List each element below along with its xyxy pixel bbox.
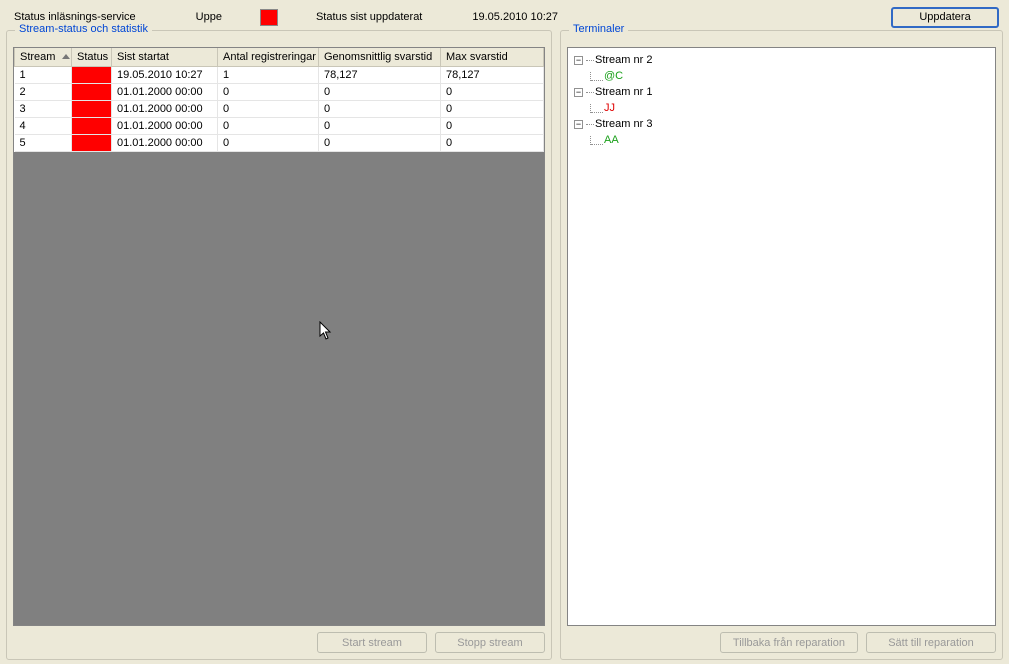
terminals-tree-container: − Stream nr 2@C − Stream nr 1JJ − Stream nr 3… (567, 47, 996, 626)
collapse-icon[interactable]: − (574, 56, 583, 65)
top-bar: Status inläsnings-service Uppe Status si… (6, 6, 1003, 30)
cell-stream: 2 (15, 83, 72, 100)
set-to-repair-button[interactable]: Sätt till reparation (866, 632, 996, 653)
table-row[interactable]: 401.01.2000 00:00000 (15, 117, 544, 134)
collapse-icon[interactable]: − (574, 120, 583, 129)
cell-max: 0 (441, 134, 544, 151)
cell-registrations: 0 (218, 117, 319, 134)
cell-avg: 78,127 (319, 66, 441, 83)
table-row[interactable]: 119.05.2010 10:27178,12778,127 (15, 66, 544, 83)
cell-avg: 0 (319, 83, 441, 100)
cell-last-started: 01.01.2000 00:00 (112, 134, 218, 151)
updated-value: 19.05.2010 10:27 (472, 11, 558, 23)
cell-avg: 0 (319, 100, 441, 117)
cell-stream: 5 (15, 134, 72, 151)
cell-last-started: 19.05.2010 10:27 (112, 66, 218, 83)
col-registrations[interactable]: Antal registreringar (218, 48, 319, 66)
service-status-color-icon (260, 9, 278, 26)
service-status-label: Status inläsnings-service (14, 11, 136, 23)
sort-asc-icon (62, 54, 70, 59)
cell-stream: 4 (15, 117, 72, 134)
cell-last-started: 01.01.2000 00:00 (112, 83, 218, 100)
start-stream-button[interactable]: Start stream (317, 632, 427, 653)
terminals-group: Terminaler −Stream nr 2@C−Stream nr 1JJ−… (560, 30, 1003, 660)
table-row[interactable]: 501.01.2000 00:00000 (15, 134, 544, 151)
col-stream[interactable]: Stream (15, 48, 72, 66)
table-row[interactable]: 201.01.2000 00:00000 (15, 83, 544, 100)
cell-max: 0 (441, 100, 544, 117)
cell-avg: 0 (319, 134, 441, 151)
terminals-title: Terminaler (569, 23, 628, 35)
cell-max: 78,127 (441, 66, 544, 83)
tree-child-label: @C (604, 68, 623, 84)
stream-grid-container: Stream Status Sist startat Antal registr… (13, 47, 545, 626)
tree-node-label: Stream nr 3 (595, 116, 652, 132)
cell-registrations: 0 (218, 134, 319, 151)
cell-status-color (72, 117, 112, 134)
stream-grid[interactable]: Stream Status Sist startat Antal registr… (14, 48, 544, 152)
stream-status-group: Stream-status och statistik (6, 30, 552, 660)
grid-empty-area (14, 152, 544, 626)
cell-status-color (72, 134, 112, 151)
col-avg-response[interactable]: Genomsnittlig svarstid (319, 48, 441, 66)
tree-node[interactable]: − Stream nr 3AA (570, 116, 993, 148)
tree-node[interactable]: − Stream nr 2@C (570, 52, 993, 84)
refresh-button[interactable]: Uppdatera (891, 7, 999, 28)
cell-registrations: 0 (218, 100, 319, 117)
collapse-icon[interactable]: − (574, 88, 583, 97)
cell-last-started: 01.01.2000 00:00 (112, 100, 218, 117)
table-row[interactable]: 301.01.2000 00:00000 (15, 100, 544, 117)
col-max-response[interactable]: Max svarstid (441, 48, 544, 66)
tree-child-node[interactable]: @C (570, 68, 993, 84)
col-status[interactable]: Status (72, 48, 112, 66)
tree-child-node[interactable]: JJ (570, 100, 993, 116)
tree-node-label: Stream nr 2 (595, 52, 652, 68)
tree-child-label: AA (604, 132, 619, 148)
col-last-started[interactable]: Sist startat (112, 48, 218, 66)
tree-child-node[interactable]: AA (570, 132, 993, 148)
updated-label: Status sist uppdaterat (316, 11, 422, 23)
cell-max: 0 (441, 117, 544, 134)
terminals-tree[interactable]: − Stream nr 2@C − Stream nr 1JJ − Stream nr 3… (570, 52, 993, 148)
cell-max: 0 (441, 83, 544, 100)
stream-status-title: Stream-status och statistik (15, 23, 152, 35)
cell-stream: 3 (15, 100, 72, 117)
cell-status-color (72, 83, 112, 100)
cell-status-color (72, 100, 112, 117)
tree-node[interactable]: − Stream nr 1JJ (570, 84, 993, 116)
service-status-value: Uppe (196, 11, 222, 23)
tree-child-label: JJ (604, 100, 615, 116)
cell-stream: 1 (15, 66, 72, 83)
cell-status-color (72, 66, 112, 83)
tree-node-label: Stream nr 1 (595, 84, 652, 100)
cell-registrations: 1 (218, 66, 319, 83)
cell-registrations: 0 (218, 83, 319, 100)
back-from-repair-button[interactable]: Tillbaka från reparation (720, 632, 858, 653)
cell-last-started: 01.01.2000 00:00 (112, 117, 218, 134)
stop-stream-button[interactable]: Stopp stream (435, 632, 545, 653)
cell-avg: 0 (319, 117, 441, 134)
